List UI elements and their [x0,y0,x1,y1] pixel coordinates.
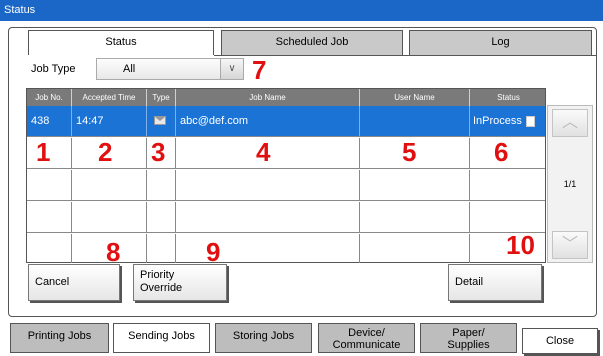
mail-icon [154,116,166,125]
close-button[interactable]: Close [522,328,598,354]
tab-sending-jobs[interactable]: Sending Jobs [113,323,210,353]
scroll-column: ︿ 1/1 ﹀ [547,105,593,263]
callout-7: 7 [252,55,267,85]
cancel-label: Cancel [35,276,70,288]
col-user-name[interactable]: User Name [360,89,470,106]
tab-printing-jobs-label: Printing Jobs [27,330,92,342]
callout-4: 4 [256,137,271,167]
cell-job-no: 438 [27,106,72,136]
table-row[interactable] [27,234,545,263]
callout-6: 6 [494,137,509,167]
status-checkbox-icon [525,115,535,127]
window-title: Status [4,4,36,16]
callout-2: 2 [98,137,113,167]
detail-label: Detail [455,276,484,288]
tab-status-label: Status [105,36,137,48]
col-job-no[interactable]: Job No. [27,89,72,106]
chevron-up-icon: ︿ [561,114,578,131]
page-indicator: 1/1 [563,179,577,189]
tab-storing-jobs[interactable]: Storing Jobs [215,323,312,353]
tab-device-communicate[interactable]: Device/ Communicate [318,323,415,353]
cell-type [147,106,176,136]
dropdown-arrow-icon[interactable]: ∨ [220,59,243,79]
tab-device-label-line2: Communicate [332,339,401,351]
callout-9: 9 [206,237,221,267]
tab-sending-jobs-label: Sending Jobs [128,330,195,342]
job-type-dropdown[interactable]: All ∨ [96,58,244,80]
col-accepted-time[interactable]: Accepted Time [72,89,147,106]
callout-10: 10 [506,230,535,260]
cancel-button[interactable]: Cancel [28,264,120,301]
tab-printing-jobs[interactable]: Printing Jobs [10,323,109,353]
cell-job-name: abc@def.com [176,106,360,136]
status-text: InProcess [473,115,522,127]
tab-paper-label-line1: Paper/ [452,327,485,339]
table-header: Job No. Accepted Time Type Job Name User… [27,89,545,106]
tab-divider [214,55,597,56]
job-type-label: Job Type [31,63,76,75]
tab-paper-supplies[interactable]: Paper/ Supplies [420,323,517,353]
priority-override-button[interactable]: Priority Override [133,264,227,301]
scroll-up-button[interactable]: ︿ [552,109,588,137]
tab-log-label: Log [491,36,510,48]
job-table: Job No. Accepted Time Type Job Name User… [26,88,546,263]
tab-log[interactable]: Log [409,30,592,55]
tab-status[interactable]: Status [28,30,214,55]
table-row[interactable] [27,170,545,201]
callout-5: 5 [402,137,417,167]
priority-label-line1: Priority [140,269,175,281]
cell-time: 14:47 [72,106,147,136]
priority-label-line2: Override [140,282,183,294]
callout-3: 3 [151,137,166,167]
table-row[interactable]: 438 14:47 abc@def.com InProcess [27,106,545,137]
window-title-bar: Status [0,0,603,21]
cell-status: InProcess [470,106,547,136]
tab-device-label-line1: Device/ [348,327,385,339]
chevron-down-icon: ﹀ [561,236,578,253]
callout-8: 8 [106,237,121,267]
callout-1: 1 [36,137,51,167]
tab-scheduled-job[interactable]: Scheduled Job [221,30,403,55]
job-type-value: All [123,63,136,75]
bottom-tab-bar: Printing Jobs Sending Jobs Storing Jobs … [0,321,603,356]
col-job-name[interactable]: Job Name [176,89,360,106]
cell-user-name [360,106,470,136]
table-row[interactable] [27,202,545,233]
tab-paper-label-line2: Supplies [447,339,490,351]
col-status[interactable]: Status [470,89,547,106]
tab-scheduled-job-label: Scheduled Job [275,36,349,48]
col-type[interactable]: Type [147,89,176,106]
close-label: Close [545,335,575,347]
tab-storing-jobs-label: Storing Jobs [232,330,295,342]
detail-button[interactable]: Detail [448,264,542,301]
scroll-down-button[interactable]: ﹀ [552,231,588,259]
